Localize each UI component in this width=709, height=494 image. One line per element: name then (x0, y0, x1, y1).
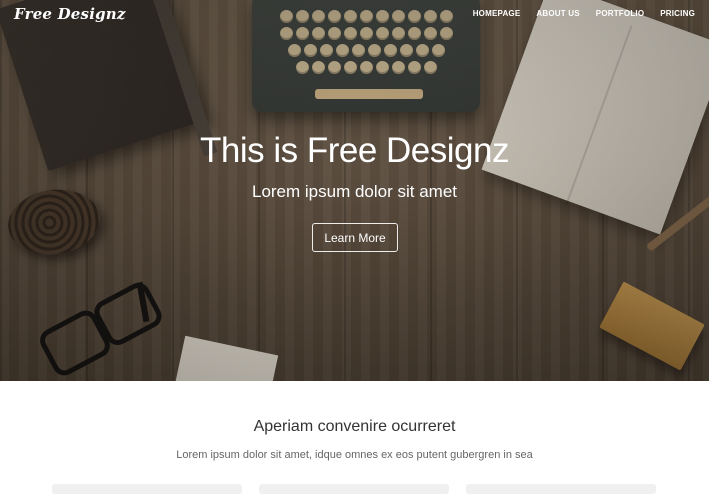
feature-card[interactable] (52, 484, 242, 494)
nav-item-about-us[interactable]: ABOUT US (536, 9, 579, 18)
hero-title: This is Free Designz (200, 131, 509, 170)
feature-card[interactable] (466, 484, 656, 494)
learn-more-button[interactable]: Learn More (312, 223, 398, 252)
nav-item-homepage[interactable]: HOMEPAGE (473, 9, 521, 18)
nav-item-pricing[interactable]: PRICING (660, 9, 695, 18)
feature-card[interactable] (259, 484, 449, 494)
hero-section: Free Designz HOMEPAGE ABOUT US PORTFOLIO… (0, 0, 709, 381)
hero-subtitle: Lorem ipsum dolor sit amet (251, 182, 458, 201)
section-description: Lorem ipsum dolor sit amet, idque omnes … (176, 449, 533, 461)
brand-logo[interactable]: Free Designz (14, 5, 126, 23)
section-heading: Aperiam convenire ocurreret (253, 418, 456, 435)
nav-item-portfolio[interactable]: PORTFOLIO (596, 9, 644, 18)
main-nav: HOMEPAGE ABOUT US PORTFOLIO PRICING (473, 9, 695, 18)
